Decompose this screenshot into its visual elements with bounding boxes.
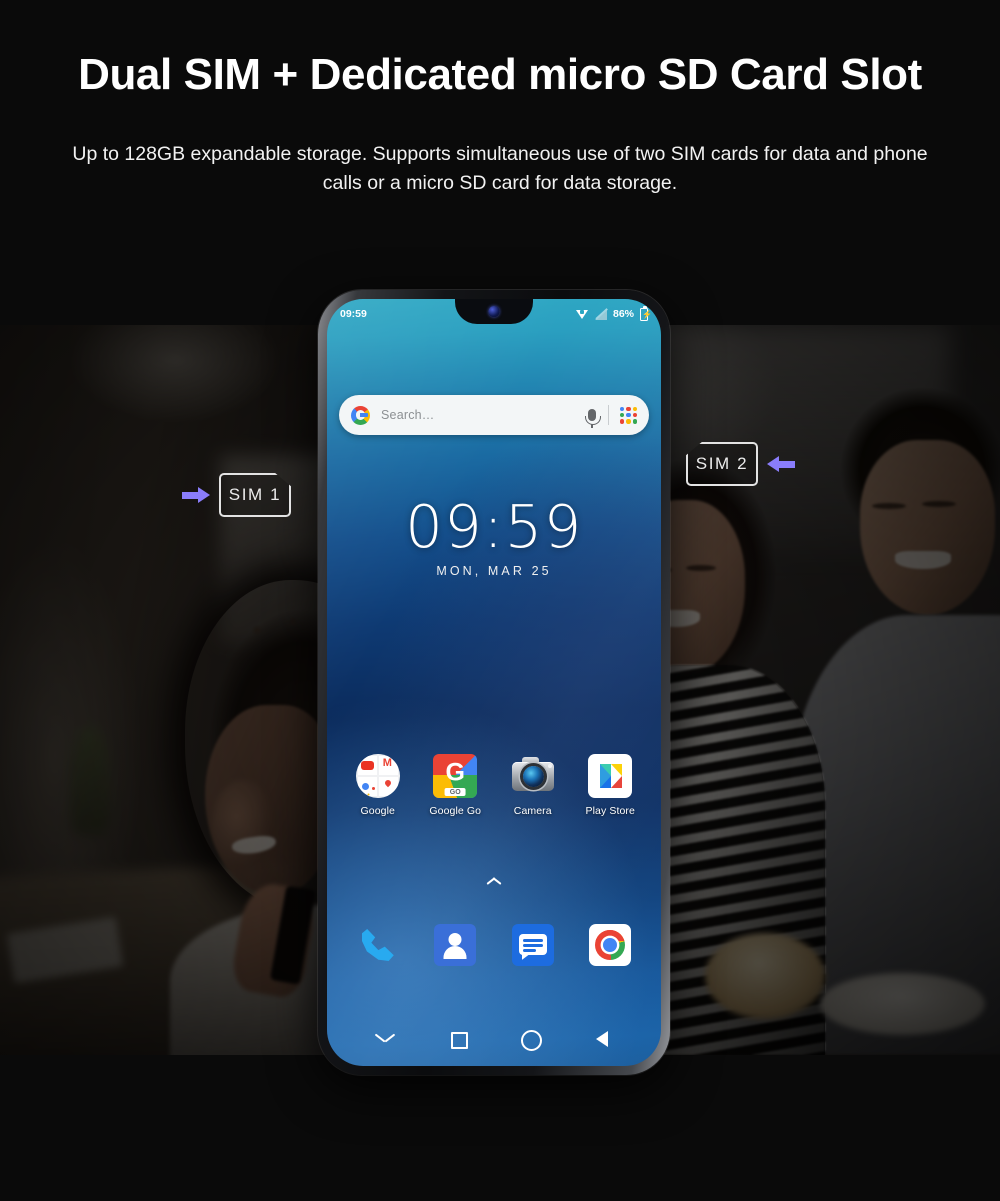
arrow-left-icon: [767, 456, 795, 472]
clock-widget[interactable]: 09:59 MON, MAR 25: [327, 492, 661, 578]
page-title: Dual SIM + Dedicated micro SD Card Slot: [78, 50, 922, 99]
sim2-callout: SIM 2: [686, 442, 795, 486]
wifi-icon: [575, 309, 589, 320]
man-smile: [895, 551, 951, 569]
snack-bowl: [705, 933, 825, 1019]
man-brow-left: [872, 503, 906, 509]
battery-percent: 86%: [612, 308, 634, 320]
phone-icon: [357, 924, 399, 966]
page-subtitle: Up to 128GB expandable storage. Supports…: [72, 143, 928, 194]
dock-item-messages[interactable]: [500, 924, 566, 966]
man-face: [860, 440, 995, 615]
dock-item-chrome[interactable]: [577, 924, 643, 966]
app-icon-camera[interactable]: Camera: [500, 754, 566, 817]
app-label: Play Store: [585, 805, 635, 817]
sim1-callout: SIM 1: [182, 473, 291, 517]
app-label: Google: [360, 805, 395, 817]
contacts-icon: [434, 924, 477, 966]
man-brow-right: [922, 501, 956, 507]
google-folder-icon: [355, 754, 400, 798]
app-icon-play-store[interactable]: Play Store: [577, 754, 643, 817]
circle-icon[interactable]: [516, 1025, 544, 1053]
front-camera-icon: [488, 306, 500, 317]
search-input[interactable]: Search…: [381, 408, 588, 422]
chevron-down-icon[interactable]: [371, 1025, 399, 1053]
chevron-up-icon[interactable]: [486, 877, 502, 885]
microphone-icon[interactable]: [584, 409, 601, 428]
clock-time: 09:59: [405, 492, 583, 561]
app-grid-icon[interactable]: [620, 406, 637, 424]
app-label: Camera: [513, 805, 552, 817]
phone-screen[interactable]: 09:59 86% ⚡ Search… 09:59 MON, MAR 25 M …: [327, 299, 661, 1066]
chrome-icon: [589, 924, 632, 966]
home-app-row: Google GGO Google Go Camera Play Store: [327, 754, 661, 817]
dock-item-contacts[interactable]: [422, 924, 488, 966]
woman2-brow-right: [686, 565, 716, 571]
triangle-back-icon[interactable]: [589, 1025, 617, 1053]
square-icon[interactable]: [444, 1025, 472, 1053]
status-icons: 86% ⚡: [575, 305, 652, 321]
camera-icon: [511, 754, 555, 798]
messages-icon: [511, 924, 554, 966]
plant-blur: [70, 725, 110, 835]
dock-item-phone[interactable]: [345, 924, 411, 966]
google-search-bar[interactable]: Search…: [339, 395, 649, 435]
android-nav-bar: [327, 1022, 661, 1056]
sim2-chip-label: SIM 2: [686, 442, 758, 486]
app-icon-google[interactable]: Google: [345, 754, 411, 817]
header-section: Dual SIM + Dedicated micro SD Card Slot …: [0, 0, 1000, 325]
play-store-icon: [588, 754, 633, 798]
battery-charging-icon: ⚡: [640, 305, 652, 321]
sim1-chip-label: SIM 1: [219, 473, 291, 517]
divider: [608, 405, 609, 425]
home-dock: [327, 924, 661, 966]
plate: [820, 973, 985, 1035]
clock-date: MON, MAR 25: [436, 564, 552, 578]
google-g-icon: [351, 405, 370, 425]
woman-face-highlight: [212, 780, 274, 870]
app-label: Google Go: [429, 805, 482, 817]
app-icon-google-go[interactable]: G GO Google Go: [422, 754, 488, 817]
footer-section: [0, 1055, 1000, 1201]
smartphone-device: 09:59 86% ⚡ Search… 09:59 MON, MAR 25 M …: [318, 290, 670, 1075]
arrow-right-icon: [182, 487, 210, 503]
signal-off-icon: [594, 307, 608, 320]
status-time: 09:59: [340, 308, 367, 320]
google-go-icon: G GO: [433, 754, 478, 798]
